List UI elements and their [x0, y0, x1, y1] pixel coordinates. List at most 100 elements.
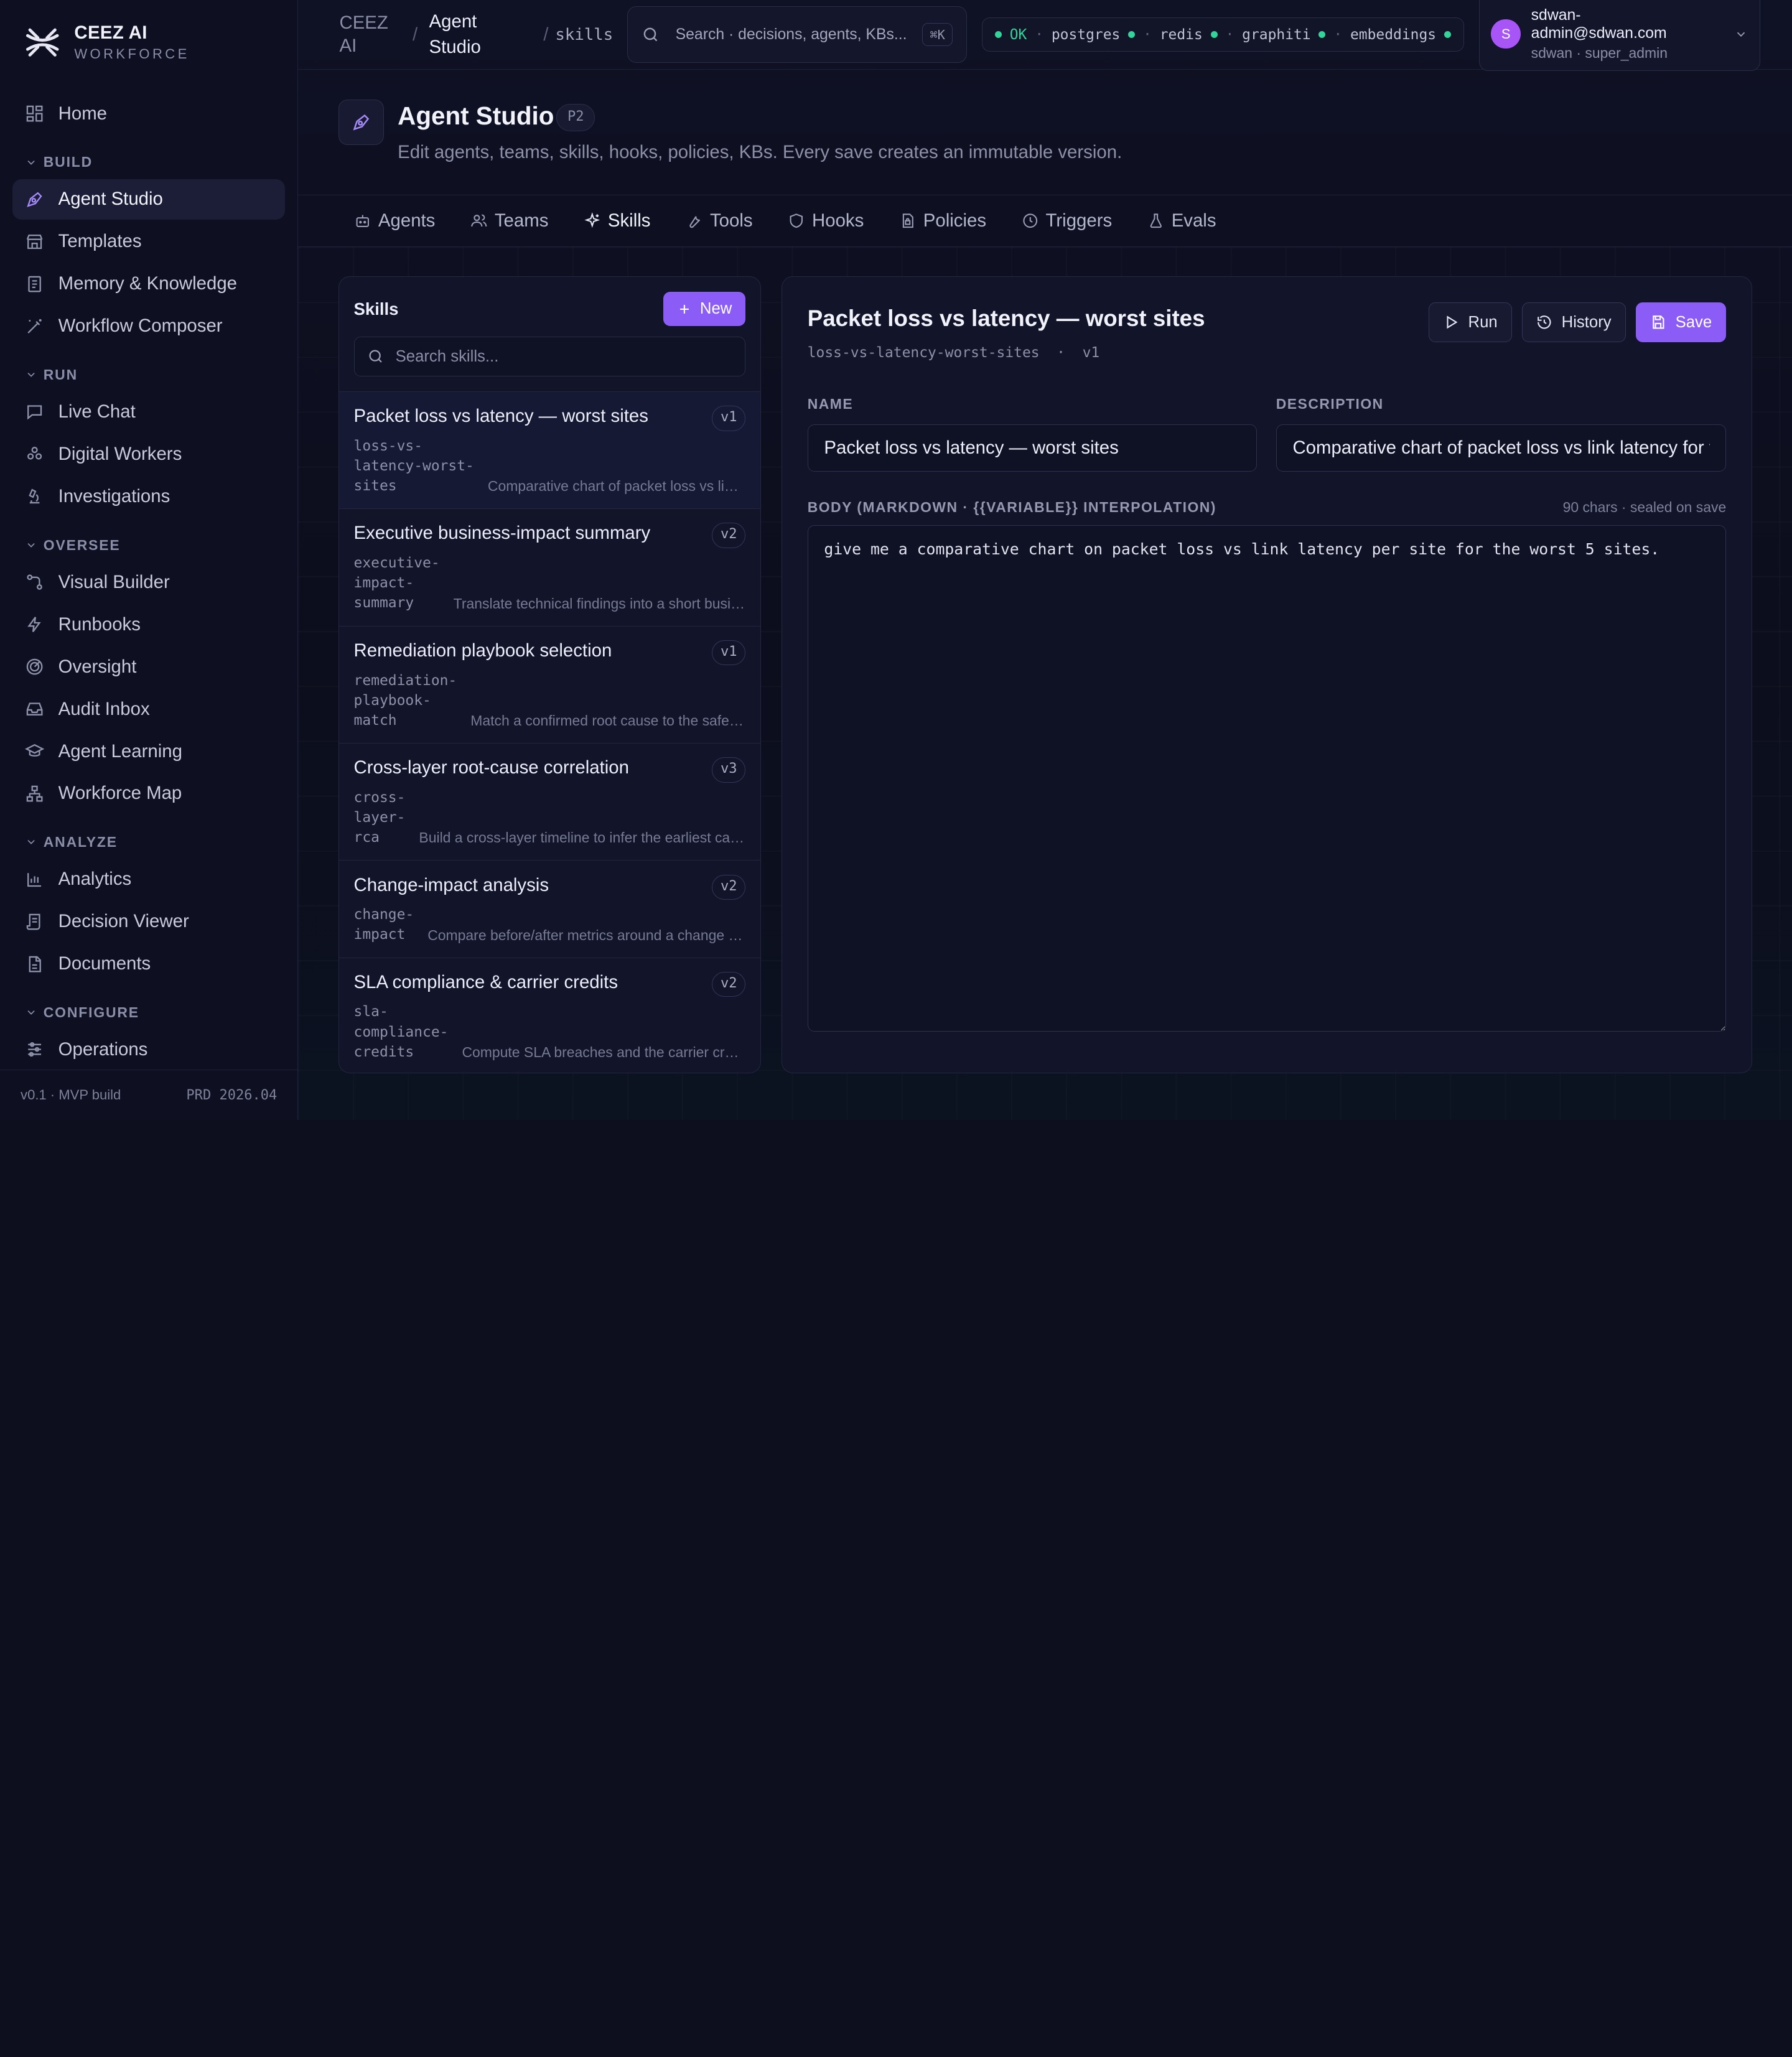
skill-editor-panel: Packet loss vs latency — worst sites los…	[782, 276, 1752, 1073]
system-status[interactable]: OK · postgres · redis · graphiti · embed…	[981, 17, 1465, 52]
build-version: v0.1 · MVP build	[21, 1087, 121, 1103]
list-item[interactable]: Remediation playbook selection v1 remedi…	[338, 627, 761, 744]
save-button[interactable]: Save	[1636, 302, 1727, 343]
tab-evals[interactable]: Evals	[1147, 210, 1216, 231]
pen-tool-icon	[338, 99, 385, 146]
list-item[interactable]: Change-impact analysis v2 change- impact…	[338, 861, 761, 958]
skill-slug: cross- layer- rca	[353, 789, 406, 846]
sidebar-item-templates[interactable]: Templates	[12, 222, 285, 261]
sidebar-item-runbooks[interactable]: Runbooks	[12, 605, 285, 645]
sidebar-item-home[interactable]: Home	[12, 94, 285, 134]
list-item[interactable]: Packet loss vs latency — worst sites v1 …	[338, 392, 761, 510]
robot-icon	[354, 212, 371, 230]
service-graphiti: graphiti	[1242, 26, 1311, 43]
sidebar-footer: v0.1 · MVP build PRD 2026.04	[0, 1070, 298, 1120]
tab-hooks[interactable]: Hooks	[788, 210, 864, 231]
skill-title: SLA compliance & carrier credits	[353, 971, 618, 992]
file-lock-icon	[899, 212, 917, 230]
status-dot	[1444, 31, 1451, 39]
sidebar-item-investigations[interactable]: Investigations	[12, 477, 285, 516]
brand[interactable]: CEEZ AI WORKFORCE	[0, 0, 297, 85]
skills-list-panel: Skills New Packet loss vs latency — wors…	[338, 276, 762, 1073]
breadcrumb-page[interactable]: Agent Studio	[429, 9, 525, 60]
skill-description: Build a cross-layer timeline to infer th…	[419, 829, 746, 846]
skill-title: Cross-layer root-cause correlation	[353, 757, 629, 778]
user-menu[interactable]: S sdwan-admin@sdwan.com sdwan · super_ad…	[1479, 0, 1760, 71]
flow-builder-icon	[25, 572, 44, 592]
sidebar-item-operations[interactable]: Operations	[12, 1030, 285, 1070]
workers-icon	[25, 444, 44, 464]
sidebar-item-workflow-composer[interactable]: Workflow Composer	[12, 306, 285, 346]
version-badge: v3	[712, 757, 746, 783]
lightning-icon	[25, 615, 44, 634]
release-tag: PRD 2026.04	[186, 1087, 278, 1103]
sidebar-item-memory-knowledge[interactable]: Memory & Knowledge	[12, 264, 285, 304]
description-field[interactable]	[1276, 424, 1727, 472]
sidebar-item-documents[interactable]: Documents	[12, 944, 285, 984]
sidebar-item-decision-viewer[interactable]: Decision Viewer	[12, 902, 285, 941]
global-search[interactable]: Search · decisions, agents, KBs... ⌘K	[627, 6, 967, 63]
editor-version: v1	[1082, 344, 1100, 361]
tab-tools[interactable]: Tools	[686, 210, 753, 231]
section-run[interactable]: RUN	[12, 362, 285, 387]
sidebar-item-digital-workers[interactable]: Digital Workers	[12, 434, 285, 474]
version-badge: v2	[712, 874, 746, 900]
sidebar-item-agent-learning[interactable]: Agent Learning	[12, 731, 285, 771]
section-configure[interactable]: CONFIGURE	[12, 1000, 285, 1025]
clock-icon	[1022, 212, 1039, 230]
shield-icon	[788, 212, 805, 230]
skills-list: Packet loss vs latency — worst sites v1 …	[338, 391, 761, 1073]
section-oversee[interactable]: OVERSEE	[12, 533, 285, 557]
chat-bubble-icon	[25, 402, 44, 421]
run-button[interactable]: Run	[1429, 302, 1512, 343]
sliders-icon	[25, 1040, 44, 1059]
document-icon	[25, 954, 44, 974]
history-button[interactable]: History	[1522, 302, 1626, 343]
save-disk-icon	[1650, 314, 1666, 330]
tab-triggers[interactable]: Triggers	[1022, 210, 1112, 231]
sparkles-icon	[584, 212, 601, 230]
tab-skills[interactable]: Skills	[584, 210, 650, 231]
tab-policies[interactable]: Policies	[899, 210, 986, 231]
org-tree-icon	[25, 784, 44, 803]
plus-icon	[677, 302, 692, 317]
list-item[interactable]: Cross-layer root-cause correlation v3 cr…	[338, 744, 761, 861]
tab-agents[interactable]: Agents	[354, 210, 435, 231]
list-item[interactable]: Executive business-impact summary v2 exe…	[338, 509, 761, 627]
tab-teams[interactable]: Teams	[470, 210, 548, 231]
skills-search-input[interactable]	[395, 347, 716, 366]
brand-subtitle: WORKFORCE	[74, 45, 190, 62]
skill-slug: sla- compliance- credits	[353, 1004, 449, 1060]
skills-list-header: Skills New	[339, 277, 761, 327]
list-item[interactable]: SLA compliance & carrier credits v2 sla-…	[339, 958, 761, 1073]
body-editor[interactable]: give me a comparative chart on packet lo…	[807, 525, 1727, 1032]
section-build[interactable]: BUILD	[12, 150, 285, 175]
name-field[interactable]	[807, 424, 1257, 472]
scroll-text-icon	[25, 912, 44, 931]
sidebar-item-workforce-map[interactable]: Workforce Map	[12, 773, 285, 813]
page-header: Agent Studio P2 Edit agents, teams, skil…	[298, 70, 1792, 196]
section-analyze[interactable]: ANALYZE	[12, 829, 285, 854]
breadcrumb-separator: /	[543, 24, 549, 45]
sidebar-item-live-chat[interactable]: Live Chat	[12, 392, 285, 432]
editor-title: Packet loss vs latency — worst sites	[807, 306, 1205, 332]
sidebar-item-agent-studio[interactable]: Agent Studio	[12, 179, 286, 220]
new-skill-button[interactable]: New	[663, 292, 746, 327]
service-redis: redis	[1159, 26, 1203, 43]
avatar: S	[1491, 19, 1521, 49]
skill-title: Packet loss vs latency — worst sites	[353, 406, 648, 427]
sidebar-item-oversight[interactable]: Oversight	[12, 646, 285, 686]
breadcrumb-root[interactable]: CEEZ AI	[339, 12, 390, 57]
skills-list-title: Skills	[353, 299, 399, 319]
sidebar-item-visual-builder[interactable]: Visual Builder	[12, 562, 285, 602]
sidebar-item-analytics[interactable]: Analytics	[12, 859, 285, 899]
skill-title: Remediation playbook selection	[353, 640, 612, 661]
page-title: Agent Studio	[398, 101, 554, 131]
skills-search[interactable]	[353, 336, 746, 377]
breadcrumb-current: skills	[555, 25, 614, 44]
brand-name: CEEZ AI	[74, 22, 147, 44]
user-email: sdwan-admin@sdwan.com	[1531, 6, 1667, 42]
skill-description: Match a confirmed root cause to the safe…	[470, 712, 745, 729]
magic-wand-icon	[25, 317, 44, 336]
sidebar-item-audit-inbox[interactable]: Audit Inbox	[12, 689, 285, 729]
